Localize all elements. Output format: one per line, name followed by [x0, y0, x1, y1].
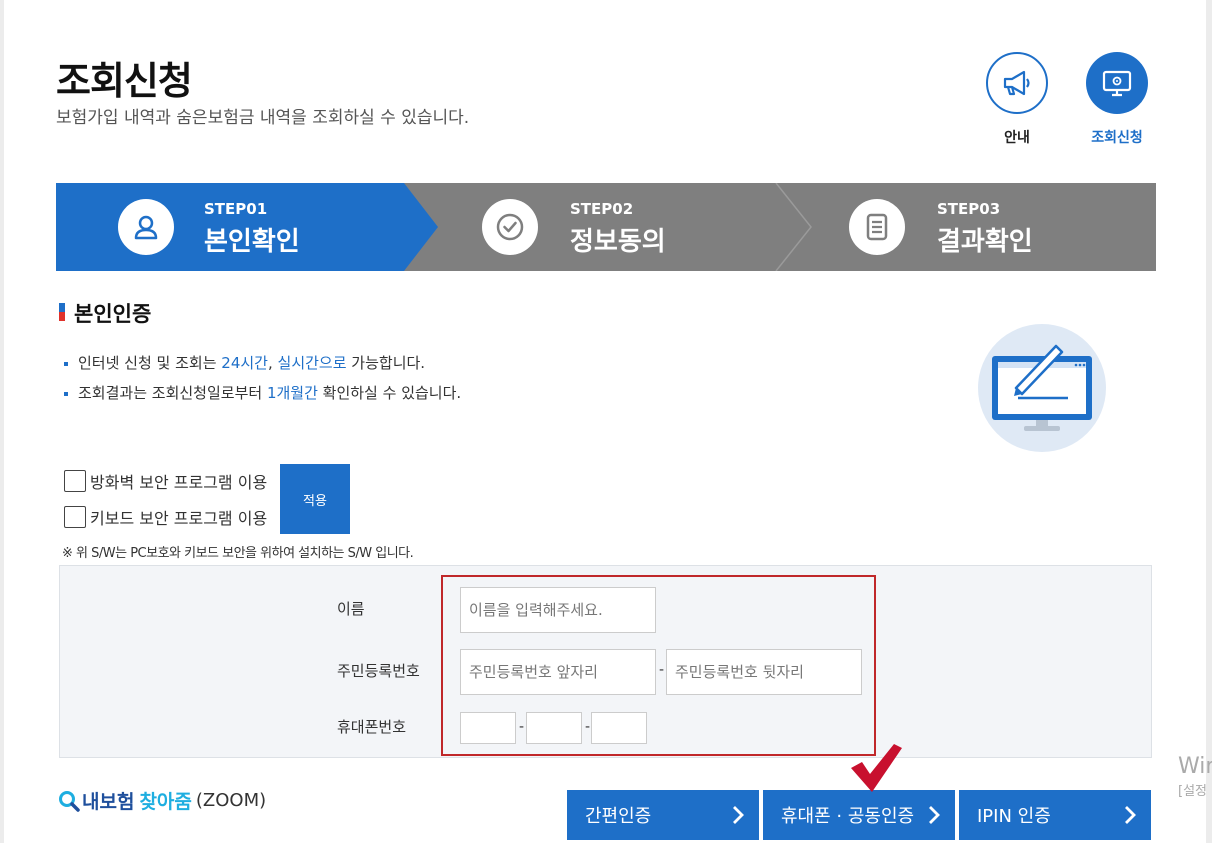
keyboard-option[interactable]: 키보드 보안 프로그램 이용 — [64, 505, 267, 529]
ipin-auth-label: IPIN 인증 — [977, 806, 1051, 827]
chevron-right-icon — [1125, 806, 1136, 824]
os-activation-watermark: Win — [1178, 754, 1212, 779]
step1-number: STEP01 — [204, 200, 268, 218]
step3-number: STEP03 — [937, 200, 1001, 218]
bullet-icon — [64, 361, 68, 366]
firewall-checkbox[interactable] — [64, 470, 86, 492]
phone-cert-auth-label: 휴대폰 · 공동인증 — [781, 806, 915, 827]
simple-auth-label: 간편인증 — [585, 806, 652, 827]
firewall-label[interactable]: 방화벽 보안 프로그램 이용 — [90, 469, 267, 493]
phone-dash: - — [585, 719, 591, 735]
phone-part2-input[interactable] — [526, 712, 582, 744]
zoom-logo[interactable]: 내보험 찾아줌 (ZOOM) — [58, 787, 266, 814]
phone-part3-input[interactable] — [591, 712, 647, 744]
magnifier-icon — [59, 790, 80, 812]
name-input[interactable] — [460, 587, 656, 633]
zoom-logo-part2: 찾아줌 — [139, 791, 192, 813]
step2-name: 정보동의 — [570, 227, 666, 257]
page-subtitle: 보험가입 내역과 숨은보험금 내역을 조회하실 수 있습니다. — [56, 108, 470, 128]
computer-illustration — [978, 324, 1106, 452]
step3-name: 결과확인 — [937, 227, 1033, 257]
keyboard-label[interactable]: 키보드 보안 프로그램 이용 — [90, 505, 267, 529]
simple-auth-button[interactable]: 간편인증 — [567, 790, 759, 840]
megaphone-icon — [1003, 70, 1030, 96]
rrn-dash: - — [659, 662, 665, 678]
guide-button[interactable] — [986, 52, 1048, 114]
page-title: 조회신청 — [56, 59, 193, 103]
phone-cert-auth-button[interactable]: 휴대폰 · 공동인증 — [763, 790, 955, 840]
step2-number: STEP02 — [570, 200, 634, 218]
inquiry-apply-button[interactable] — [1086, 52, 1148, 114]
notice-item: 인터넷 신청 및 조회는 24시간, 실시간으로 가능합니다. — [64, 352, 425, 373]
rrn-back-input[interactable] — [666, 649, 862, 695]
name-label: 이름 — [337, 600, 365, 618]
step3-icon-circle — [849, 199, 905, 255]
os-activation-watermark-sub: [설정 — [1178, 784, 1207, 799]
phone-dash: - — [519, 719, 525, 735]
ipin-auth-button[interactable]: IPIN 인증 — [959, 790, 1151, 840]
phone-label: 휴대폰번호 — [337, 718, 407, 736]
step1-name: 본인확인 — [204, 227, 300, 257]
rrn-front-input[interactable] — [460, 649, 656, 695]
section-title-marker — [59, 303, 65, 321]
monitor-gear-icon — [1102, 70, 1132, 97]
window-frame-left — [0, 0, 4, 843]
step1-icon-circle — [118, 199, 174, 255]
section-title: 본인인증 — [74, 302, 152, 326]
red-checkmark-icon — [851, 744, 902, 792]
monitor-pen-icon — [992, 344, 1092, 431]
check-circle-icon — [496, 213, 524, 241]
security-apply-button[interactable]: 적용 — [280, 464, 350, 534]
security-note: ※ 위 S/W는 PC보호와 키보드 보안을 위하여 설치하는 S/W 입니다. — [62, 546, 414, 561]
zoom-logo-part1: 내보험 — [82, 791, 135, 813]
keyboard-checkbox[interactable] — [64, 506, 86, 528]
window-frame-right — [1206, 0, 1212, 843]
zoom-logo-part3: (ZOOM) — [195, 790, 267, 811]
chevron-right-icon — [929, 806, 940, 824]
step2-icon-circle — [482, 199, 538, 255]
rrn-label: 주민등록번호 — [337, 662, 420, 680]
document-icon — [866, 213, 888, 241]
guide-label[interactable]: 안내 — [977, 127, 1057, 147]
person-icon — [134, 215, 158, 240]
inquiry-apply-label[interactable]: 조회신청 — [1077, 127, 1157, 147]
phone-part1-input[interactable] — [460, 712, 516, 744]
chevron-right-icon — [733, 806, 744, 824]
notice-item: 조회결과는 조회신청일로부터 1개월간 확인하실 수 있습니다. — [64, 382, 461, 403]
step-progress-bar: STEP01 본인확인 STEP02 정보동의 STEP03 결과확인 — [56, 183, 1156, 271]
bullet-icon — [64, 391, 68, 396]
firewall-option[interactable]: 방화벽 보안 프로그램 이용 — [64, 469, 267, 493]
